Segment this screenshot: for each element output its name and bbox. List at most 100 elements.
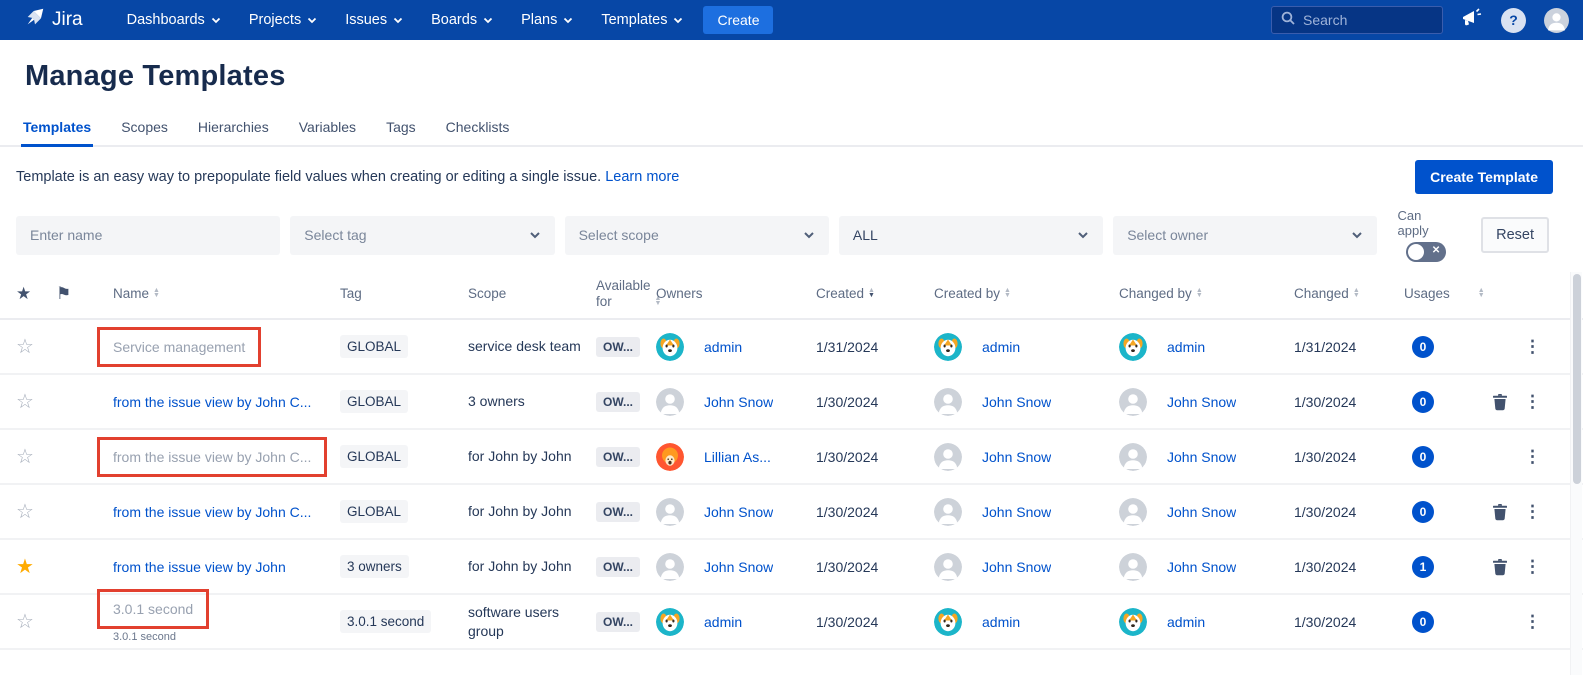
chevron-down-icon xyxy=(1351,231,1363,239)
create-template-button[interactable]: Create Template xyxy=(1415,160,1553,194)
owner-link[interactable]: John Snow xyxy=(704,504,773,520)
status-filter-select[interactable]: ALL xyxy=(839,216,1103,255)
vertical-scrollbar[interactable] xyxy=(1570,272,1582,675)
tab-hierarchies[interactable]: Hierarchies xyxy=(196,119,271,147)
star-icon: ★ xyxy=(16,286,31,302)
nav-boards[interactable]: Boards xyxy=(421,6,503,34)
created-by-link[interactable]: John Snow xyxy=(982,559,1051,575)
header-star[interactable]: ★ xyxy=(16,286,56,302)
delete-button[interactable] xyxy=(1490,501,1510,523)
favorite-star-icon[interactable]: ☆ xyxy=(16,391,34,413)
announcements-icon[interactable] xyxy=(1461,8,1483,33)
owner-link[interactable]: John Snow xyxy=(704,394,773,410)
created-by-link[interactable]: admin xyxy=(982,614,1020,630)
header-usages[interactable]: Usages▲▼ xyxy=(1404,286,1490,302)
more-actions-button[interactable]: ⋮ xyxy=(1522,445,1543,469)
scope-filter-select[interactable]: Select scope xyxy=(565,216,829,255)
available-for-badge[interactable]: OW... xyxy=(596,392,640,412)
can-apply-toggle[interactable]: ✕ xyxy=(1406,242,1446,262)
owners-cell: Lillian As... xyxy=(656,443,816,471)
more-actions-button[interactable]: ⋮ xyxy=(1522,390,1543,414)
template-name-link[interactable]: Service management xyxy=(113,339,245,355)
header-created-by[interactable]: Created by▲▼ xyxy=(934,286,1119,302)
header-changed[interactable]: Changed▲▼ xyxy=(1294,286,1404,302)
more-actions-button[interactable]: ⋮ xyxy=(1522,555,1543,579)
reset-button[interactable]: Reset xyxy=(1481,217,1549,253)
jira-logo-text: Jira xyxy=(52,9,83,31)
created-by-link[interactable]: John Snow xyxy=(982,504,1051,520)
usages-badge[interactable]: 0 xyxy=(1412,611,1434,633)
header-flag[interactable]: ⚑ xyxy=(56,286,96,302)
tab-scopes[interactable]: Scopes xyxy=(119,119,170,147)
jira-logo[interactable]: Jira xyxy=(24,6,83,34)
template-name-link[interactable]: 3.0.1 second xyxy=(113,601,193,617)
nav-plans[interactable]: Plans xyxy=(511,6,583,34)
owner-link[interactable]: John Snow xyxy=(704,559,773,575)
nav-projects[interactable]: Projects xyxy=(239,6,327,34)
favorite-star-icon[interactable]: ☆ xyxy=(16,501,34,523)
template-name-link[interactable]: from the issue view by John C... xyxy=(113,449,311,465)
user-avatar[interactable] xyxy=(1544,8,1569,33)
available-for-badge[interactable]: OW... xyxy=(596,447,640,467)
usages-badge[interactable]: 0 xyxy=(1412,501,1434,523)
changed-by-link[interactable]: admin xyxy=(1167,339,1205,355)
header-available-for[interactable]: Available for▲▼ xyxy=(596,278,656,310)
template-name-link[interactable]: from the issue view by John C... xyxy=(113,504,311,520)
changed-by-link[interactable]: admin xyxy=(1167,614,1205,630)
usages-badge[interactable]: 0 xyxy=(1412,446,1434,468)
favorite-star-icon[interactable]: ☆ xyxy=(16,611,34,633)
tab-tags[interactable]: Tags xyxy=(384,119,418,147)
toggle-knob xyxy=(1408,244,1424,260)
tab-checklists[interactable]: Checklists xyxy=(444,119,512,147)
owner-link[interactable]: admin xyxy=(704,614,742,630)
favorite-star-icon[interactable]: ☆ xyxy=(16,336,34,358)
delete-button[interactable] xyxy=(1490,391,1510,413)
available-for-badge[interactable]: OW... xyxy=(596,612,640,632)
more-actions-button[interactable]: ⋮ xyxy=(1522,610,1543,634)
learn-more-link[interactable]: Learn more xyxy=(605,169,679,185)
created-by-link[interactable]: John Snow xyxy=(982,449,1051,465)
usages-badge[interactable]: 0 xyxy=(1412,391,1434,413)
scrollbar-thumb[interactable] xyxy=(1573,274,1581,484)
changed-by-link[interactable]: John Snow xyxy=(1167,559,1236,575)
owner-link[interactable]: admin xyxy=(704,339,742,355)
nav-dashboards[interactable]: Dashboards xyxy=(117,6,231,34)
name-cell: from the issue view by John xyxy=(96,559,340,575)
available-for-badge[interactable]: OW... xyxy=(596,557,640,577)
create-button[interactable]: Create xyxy=(703,6,773,34)
owner-filter-select[interactable]: Select owner xyxy=(1113,216,1377,255)
header-name[interactable]: Name▲▼ xyxy=(96,286,340,302)
header-changed-by[interactable]: Changed by▲▼ xyxy=(1119,286,1294,302)
template-name-link[interactable]: from the issue view by John xyxy=(113,559,286,575)
more-actions-button[interactable]: ⋮ xyxy=(1522,335,1543,359)
changed-by-link[interactable]: John Snow xyxy=(1167,504,1236,520)
changed-by-link[interactable]: John Snow xyxy=(1167,449,1236,465)
available-for-badge[interactable]: OW... xyxy=(596,337,640,357)
available-for-badge[interactable]: OW... xyxy=(596,502,640,522)
more-actions-button[interactable]: ⋮ xyxy=(1522,500,1543,524)
owner-link[interactable]: Lillian As... xyxy=(704,449,771,465)
template-name-link[interactable]: from the issue view by John C... xyxy=(113,394,311,410)
header-tag-label: Tag xyxy=(340,286,362,302)
header-created[interactable]: Created▲▼ xyxy=(816,286,934,302)
person-avatar xyxy=(1119,388,1147,416)
header-tag: Tag xyxy=(340,286,468,302)
search-box[interactable] xyxy=(1271,6,1443,34)
created-by-link[interactable]: admin xyxy=(982,339,1020,355)
delete-button[interactable] xyxy=(1490,556,1510,578)
nav-templates[interactable]: Templates xyxy=(591,6,693,34)
changed-by-link[interactable]: John Snow xyxy=(1167,394,1236,410)
usages-badge[interactable]: 0 xyxy=(1412,336,1434,358)
tab-variables[interactable]: Variables xyxy=(297,119,358,147)
toggle-off-icon: ✕ xyxy=(1432,245,1440,256)
tab-templates[interactable]: Templates xyxy=(21,119,93,147)
help-icon[interactable]: ? xyxy=(1501,8,1526,33)
search-input[interactable] xyxy=(1303,12,1423,28)
tag-filter-select[interactable]: Select tag xyxy=(290,216,554,255)
created-by-link[interactable]: John Snow xyxy=(982,394,1051,410)
usages-badge[interactable]: 1 xyxy=(1412,556,1434,578)
name-filter-input[interactable] xyxy=(30,227,266,243)
favorite-star-icon[interactable]: ☆ xyxy=(16,446,34,468)
nav-issues[interactable]: Issues xyxy=(335,6,413,34)
favorite-star-icon[interactable]: ★ xyxy=(16,556,34,578)
